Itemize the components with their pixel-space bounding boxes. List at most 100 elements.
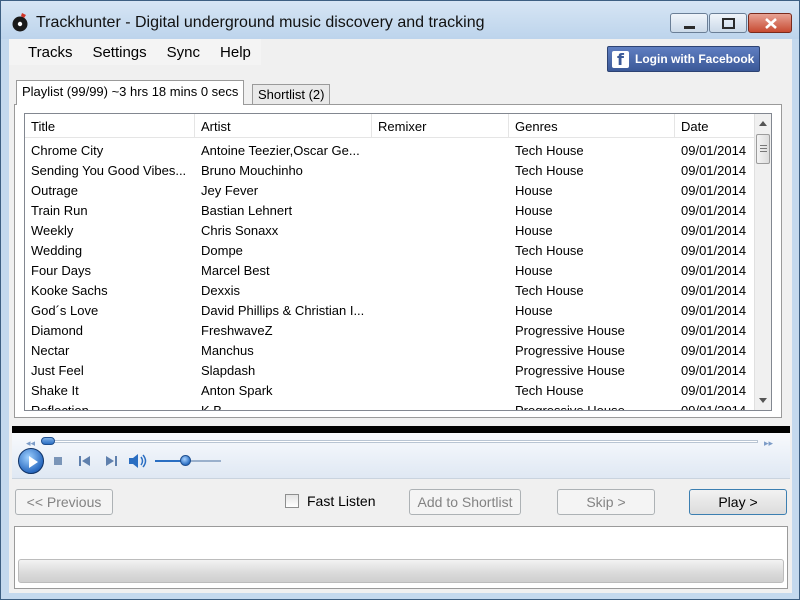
scrollbar-thumb[interactable]: [756, 134, 770, 164]
cell-remixer: [372, 240, 509, 260]
progress-bar: [18, 559, 784, 583]
cell-remixer: [372, 380, 509, 400]
minimize-button[interactable]: [670, 13, 708, 33]
cell-title: God´s Love: [31, 303, 99, 318]
table-row[interactable]: Weekly Chris Sonaxx House 09/01/2014: [25, 220, 756, 240]
playlist-panel: Title Artist Remixer Genres Date Chrome …: [14, 104, 782, 418]
play-icon[interactable]: [18, 448, 44, 474]
cell-date: 09/01/2014: [681, 203, 747, 218]
cell-artist: Chris Sonaxx: [201, 223, 279, 238]
cell-remixer: [372, 280, 509, 300]
table-row[interactable]: Just Feel Slapdash Progressive House 09/01/…: [25, 360, 756, 380]
table-row[interactable]: Sending You Good Vibes... Bruno Mouchinho…: [25, 160, 756, 180]
minimize-icon: [684, 26, 695, 29]
cell-date: 09/01/2014: [681, 243, 747, 258]
player-divider: [12, 426, 790, 433]
column-header-remixer[interactable]: Remixer: [372, 114, 509, 138]
column-header-genres[interactable]: Genres: [509, 114, 675, 138]
vertical-scrollbar[interactable]: [754, 114, 771, 410]
scroll-up-icon[interactable]: [759, 121, 767, 126]
scroll-down-icon[interactable]: [759, 398, 767, 403]
table-row[interactable]: Train Run Bastian Lehnert House 09/01/2014: [25, 200, 756, 220]
maximize-button[interactable]: [709, 13, 747, 33]
table-row[interactable]: Four Days Marcel Best House 09/01/2014: [25, 260, 756, 280]
fast-listen-label: Fast Listen: [307, 493, 376, 509]
cell-date: 09/01/2014: [681, 223, 747, 238]
cell-remixer: [372, 260, 509, 280]
previous-track-icon[interactable]: [78, 455, 92, 467]
cell-genre: Tech House: [515, 383, 584, 398]
close-button[interactable]: [748, 13, 792, 33]
cell-artist: Antoine Teezier,Oscar Ge...: [201, 143, 360, 158]
cell-remixer: [372, 360, 509, 380]
cell-artist: Dompe: [201, 243, 243, 258]
table-row[interactable]: Chrome City Antoine Teezier,Oscar Ge... Te…: [25, 140, 756, 160]
column-header-title[interactable]: Title: [25, 114, 195, 138]
menu-settings[interactable]: Settings: [82, 39, 156, 65]
menu-bar: Tracks Settings Sync Help: [9, 39, 261, 65]
volume-thumb[interactable]: [179, 455, 191, 466]
seek-thumb[interactable]: [41, 437, 55, 445]
next-track-icon[interactable]: [104, 455, 118, 467]
cell-artist: Marcel Best: [201, 263, 270, 278]
table-row[interactable]: Wedding Dompe Tech House 09/01/2014: [25, 240, 756, 260]
skip-button[interactable]: Skip >: [557, 489, 655, 515]
column-header-artist[interactable]: Artist: [195, 114, 372, 138]
facebook-icon: f: [612, 50, 629, 69]
cell-remixer: [372, 160, 509, 180]
seek-bar[interactable]: [42, 440, 758, 443]
cell-title: Outrage: [31, 183, 78, 198]
cell-genre: Progressive House: [515, 403, 625, 411]
cell-date: 09/01/2014: [681, 143, 747, 158]
status-panel: [14, 526, 788, 589]
tab-playlist[interactable]: Playlist (99/99) ~3 hrs 18 mins 0 secs: [16, 80, 245, 105]
cell-genre: Tech House: [515, 243, 584, 258]
cell-genre: Tech House: [515, 283, 584, 298]
cell-remixer: [372, 220, 509, 240]
cell-remixer: [372, 320, 509, 340]
cell-title: Kooke Sachs: [31, 283, 108, 298]
seek-forward-icon[interactable]: ▸▸: [764, 438, 773, 449]
cell-date: 09/01/2014: [681, 363, 747, 378]
add-to-shortlist-button[interactable]: Add to Shortlist: [409, 489, 521, 515]
table-row[interactable]: Reflection K.B. Progressive House 09/01/201…: [25, 400, 756, 411]
window-title: Trackhunter - Digital underground music …: [36, 14, 485, 31]
table-row[interactable]: Diamond FreshwaveZ Progressive House 09/01/…: [25, 320, 756, 340]
menu-help[interactable]: Help: [210, 39, 261, 65]
table-row[interactable]: Outrage Jey Fever House 09/01/2014: [25, 180, 756, 200]
table-row[interactable]: Nectar Manchus Progressive House 09/01/2014: [25, 340, 756, 360]
cell-remixer: [372, 180, 509, 200]
cell-artist: Jey Fever: [201, 183, 259, 198]
volume-icon[interactable]: [128, 453, 148, 469]
cell-genre: House: [515, 203, 553, 218]
cell-genre: Progressive House: [515, 323, 625, 338]
column-header-date[interactable]: Date: [675, 114, 756, 138]
fast-listen-checkbox[interactable]: [285, 494, 299, 508]
fast-listen-option[interactable]: Fast Listen: [285, 493, 375, 509]
cell-artist: Slapdash: [201, 363, 256, 378]
title-bar[interactable]: Trackhunter - Digital underground music …: [1, 1, 799, 39]
cell-genre: Tech House: [515, 163, 584, 178]
menu-sync[interactable]: Sync: [157, 39, 210, 65]
previous-button[interactable]: << Previous: [15, 489, 113, 515]
close-icon: [765, 18, 777, 29]
facebook-login-button[interactable]: f Login with Facebook: [607, 46, 760, 72]
play-button[interactable]: Play >: [689, 489, 787, 515]
app-logo-icon: [12, 13, 28, 32]
cell-artist: Bruno Mouchinho: [201, 163, 303, 178]
cell-title: Reflection: [31, 403, 89, 411]
cell-remixer: [372, 140, 509, 160]
cell-artist: Dexxis: [201, 283, 241, 298]
table-row[interactable]: God´s Love David Phillips & Christian I..…: [25, 300, 756, 320]
table-row[interactable]: Shake It Anton Spark Tech House 09/01/2014: [25, 380, 756, 400]
list-header: Title Artist Remixer Genres Date: [25, 114, 756, 138]
cell-artist: Anton Spark: [201, 383, 273, 398]
cell-title: Four Days: [31, 263, 91, 278]
menu-tracks[interactable]: Tracks: [9, 39, 82, 65]
maximize-icon: [722, 18, 735, 29]
cell-title: Shake It: [31, 383, 79, 398]
stop-icon[interactable]: [52, 455, 64, 467]
tab-shortlist[interactable]: Shortlist (2): [252, 84, 331, 105]
table-row[interactable]: Kooke Sachs Dexxis Tech House 09/01/2014: [25, 280, 756, 300]
cell-date: 09/01/2014: [681, 183, 747, 198]
